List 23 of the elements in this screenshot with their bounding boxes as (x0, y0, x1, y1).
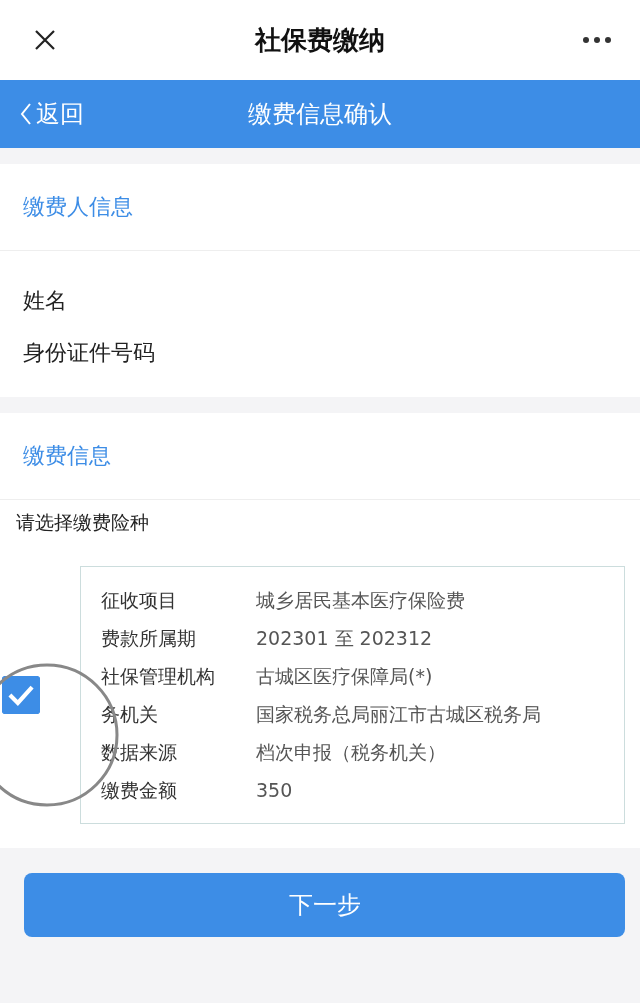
info-value: 202301 至 202312 (256, 626, 434, 651)
prompt-text: 请选择缴费险种 (15, 510, 150, 535)
field-label: 身份证件号码 (23, 339, 156, 367)
info-value: 国家税务总局丽江市古城区税务局 (256, 702, 542, 727)
back-button[interactable]: 返回 (20, 94, 84, 134)
info-value: 档次申报（税务机关） (256, 740, 447, 765)
section-heading: 缴费人信息 (0, 164, 640, 251)
next-button[interactable]: 下一步 (24, 873, 625, 937)
page-title: 社保费缴纳 (254, 23, 385, 57)
nav-title: 缴费信息确认 (248, 99, 392, 130)
info-label: 缴费金额 (101, 778, 178, 803)
chevron-icon (20, 101, 32, 127)
info-value: 城乡居民基本医疗保险费 (256, 588, 466, 613)
info-label: 征收项目 (101, 588, 178, 613)
section-heading: 缴费信息 (0, 413, 640, 500)
info-value: 古城区医疗保障局(*) (256, 664, 434, 689)
checkbox[interactable] (2, 676, 40, 714)
info-value: 350 (256, 778, 294, 803)
close-icon[interactable] (33, 28, 57, 52)
info-label: 社保管理机构 (101, 664, 216, 689)
more-icon[interactable] (582, 36, 612, 44)
field-label: 姓名 (23, 287, 68, 315)
info-label: 费款所属期 (101, 626, 197, 651)
